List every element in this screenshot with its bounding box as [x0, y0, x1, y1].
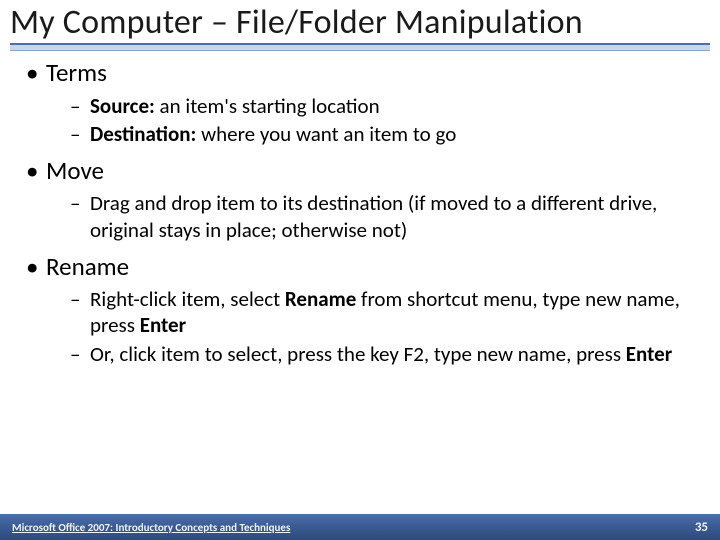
slide-body: Terms Source: an item's starting locatio…	[0, 57, 720, 367]
item-bold: Rename	[285, 286, 356, 312]
term-text: an item's starting location	[155, 93, 380, 119]
list-item: Destination: where you want an item to g…	[70, 121, 694, 147]
item-text: Drag and drop item to its destination (i…	[90, 190, 657, 242]
section-heading: Rename	[46, 251, 129, 282]
term-label: Destination:	[90, 121, 196, 147]
sub-list: Right-click item, select Rename from sho…	[70, 286, 694, 367]
item-part: Right-click item, select	[90, 286, 285, 312]
sub-list: Source: an item's starting location Dest…	[70, 93, 694, 148]
term-text: where you want an item to go	[196, 121, 456, 147]
list-item: Or, click item to select, press the key …	[70, 341, 694, 367]
list-item: Drag and drop item to its destination (i…	[70, 190, 694, 243]
section-rename: Rename Right-click item, select Rename f…	[26, 251, 694, 367]
section-heading: Terms	[46, 57, 107, 88]
sub-list: Drag and drop item to its destination (i…	[70, 190, 694, 243]
footer-bar: Microsoft Office 2007: Introductory Conc…	[0, 514, 720, 540]
list-item: Source: an item's starting location	[70, 93, 694, 119]
term-label: Source:	[90, 93, 155, 119]
page-number: 35	[695, 520, 708, 535]
bullet-list: Terms Source: an item's starting locatio…	[26, 57, 694, 367]
item-bold: Enter	[140, 312, 186, 338]
slide-title: My Computer – File/Folder Manipulation	[0, 0, 720, 41]
item-bold: Enter	[626, 341, 672, 367]
item-part: Or, click item to select, press the key …	[90, 341, 626, 367]
list-item: Right-click item, select Rename from sho…	[70, 286, 694, 339]
section-terms: Terms Source: an item's starting locatio…	[26, 57, 694, 147]
footer-source: Microsoft Office 2007: Introductory Conc…	[12, 521, 290, 534]
section-move: Move Drag and drop item to its destinati…	[26, 155, 694, 243]
slide: My Computer – File/Folder Manipulation T…	[0, 0, 720, 540]
section-heading: Move	[46, 155, 104, 186]
title-underline	[10, 43, 710, 51]
